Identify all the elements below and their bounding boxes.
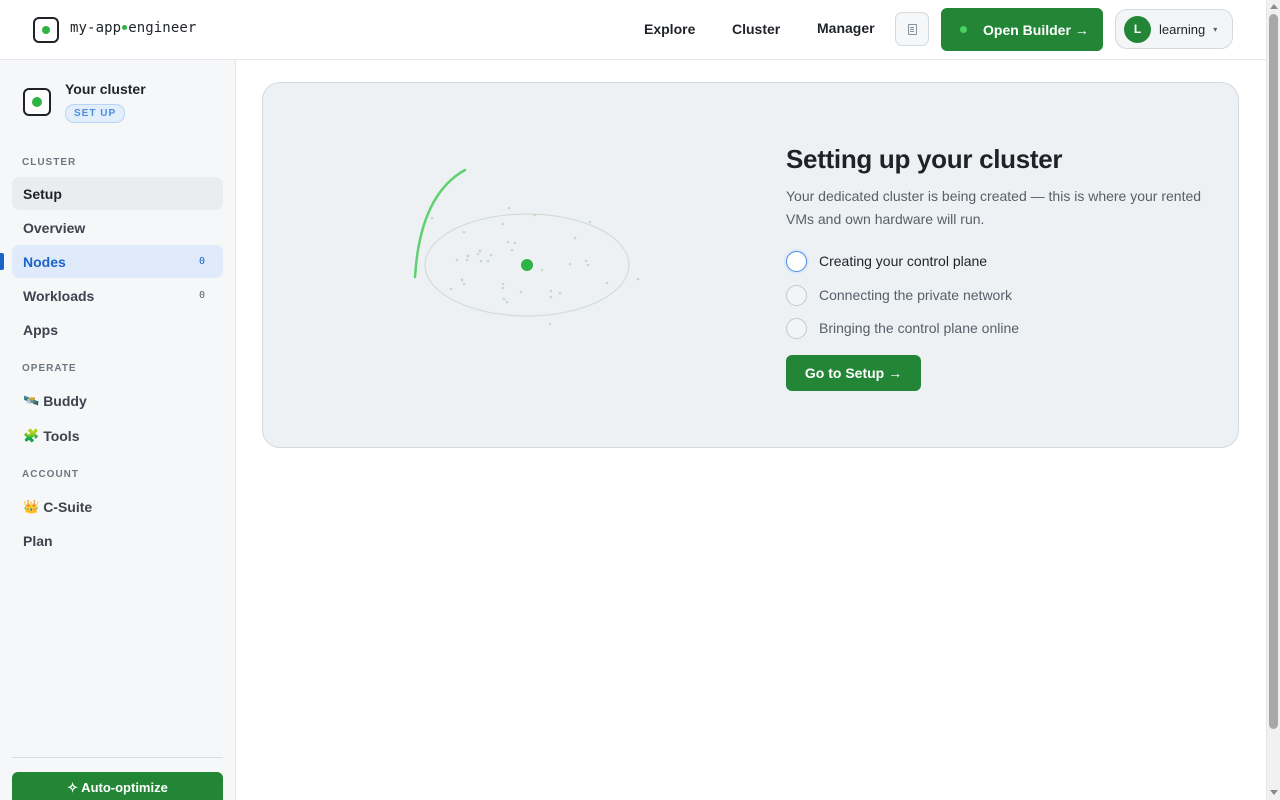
auto-optimize-button[interactable]: ✧ Auto-optimize [12, 772, 223, 800]
section-label-cluster: CLUSTER [22, 157, 77, 168]
status-badge: SET UP [65, 104, 126, 123]
user-menu[interactable]: L learning ▾ [1115, 9, 1233, 49]
sidebar-item-buddy[interactable]: 🛰️ Buddy [12, 384, 223, 417]
sidebar: Your cluster SET UP CLUSTER Setup Overvi… [0, 60, 236, 800]
sidebar-item-label: Plan [23, 532, 53, 549]
sidebar-item-overview[interactable]: Overview [12, 211, 223, 244]
go-to-setup-button[interactable]: Go to Setup → [786, 355, 921, 391]
cluster-status-dot [32, 97, 42, 107]
workloads-count: 0 [198, 290, 205, 301]
nav-cluster[interactable]: Cluster [732, 21, 780, 37]
sidebar-item-workloads[interactable]: Workloads 0 [12, 279, 223, 312]
user-name: learning [1159, 21, 1206, 37]
crown-icon: 👑 [23, 498, 40, 514]
active-indicator [0, 253, 4, 270]
sidebar-item-plan[interactable]: Plan [12, 524, 223, 557]
cluster-title: Your cluster [65, 81, 146, 97]
sidebar-item-setup[interactable]: Setup [12, 177, 223, 210]
top-bar: my-app engineer Explore Cluster Manager O… [0, 0, 1266, 60]
scroll-down-icon[interactable] [1270, 790, 1278, 795]
sidebar-item-label: Buddy [43, 392, 87, 409]
logo-icon[interactable] [33, 17, 59, 43]
sidebar-divider [12, 757, 223, 758]
brand-dot-icon [122, 24, 128, 30]
sidebar-item-tools[interactable]: 🧩 Tools [12, 419, 223, 452]
brand-right: engineer [128, 20, 197, 36]
page-scrollbar[interactable] [1266, 0, 1280, 800]
step-private-network: Connecting the private network [786, 284, 1012, 306]
sidebar-item-csuite[interactable]: 👑 C-Suite [12, 490, 223, 523]
brand-name[interactable]: my-app engineer [70, 20, 196, 36]
section-label-account: ACCOUNT [22, 469, 79, 480]
sidebar-item-label: Overview [23, 219, 86, 236]
step-circle-icon [786, 250, 807, 272]
sidebar-item-nodes[interactable]: Nodes 0 [12, 245, 223, 278]
chevron-down-icon: ▾ [1213, 24, 1218, 34]
step-label: Creating your control plane [819, 253, 988, 269]
nav-explore[interactable]: Explore [644, 21, 695, 37]
sidebar-item-label: Setup [23, 185, 62, 202]
scroll-up-icon[interactable] [1270, 4, 1278, 9]
open-builder-button[interactable]: Open Builder → [941, 8, 1103, 51]
brand-left: my-app [70, 20, 122, 36]
avatar: L [1124, 15, 1151, 43]
scroll-thumb[interactable] [1269, 14, 1278, 729]
section-label-operate: OPERATE [22, 363, 77, 374]
node-dots [430, 206, 640, 326]
page-description: Your dedicated cluster is being created … [786, 188, 1202, 227]
puzzle-icon: 🧩 [23, 427, 40, 443]
sidebar-item-label: Apps [23, 321, 58, 338]
cluster-icon [23, 88, 51, 116]
sidebar-item-label: Workloads [23, 287, 95, 304]
step-control-plane: Creating your control plane [786, 250, 987, 272]
nav-manager[interactable]: Manager [817, 20, 875, 36]
cluster-core-dot [521, 259, 533, 271]
satellite-icon: 🛰️ [23, 392, 40, 408]
step-circle-icon [786, 284, 807, 306]
sidebar-item-label: Tools [43, 427, 80, 444]
sidebar-item-label: Nodes [23, 253, 66, 270]
cluster-illustration [413, 168, 640, 326]
step-label: Bringing the control plane online [819, 320, 1020, 336]
docs-button[interactable] [895, 12, 929, 46]
page-title: Setting up your cluster [786, 144, 1063, 174]
step-label: Connecting the private network [819, 287, 1012, 303]
step-circle-icon [786, 317, 807, 339]
step-control-plane-online: Bringing the control plane online [786, 317, 1019, 339]
status-dot-icon [960, 26, 967, 33]
open-builder-label: Open Builder → [983, 21, 1089, 38]
sidebar-item-apps[interactable]: Apps [12, 313, 223, 346]
sidebar-item-label: C-Suite [43, 498, 93, 515]
document-icon [908, 24, 917, 35]
logo-dot [42, 26, 50, 34]
nodes-count: 0 [198, 256, 205, 267]
